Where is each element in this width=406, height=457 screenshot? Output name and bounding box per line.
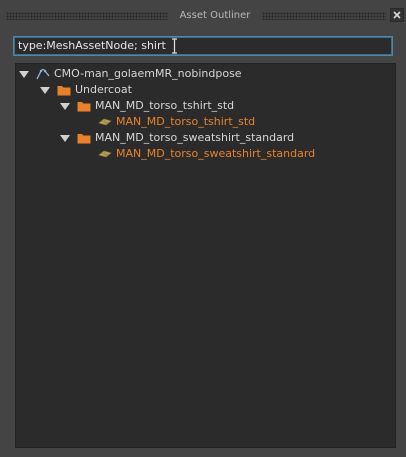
tree-item-label: MAN_MD_torso_tshirt_std: [95, 99, 235, 112]
close-icon: [393, 11, 401, 19]
expand-arrow-icon[interactable]: [60, 102, 70, 110]
mesh-icon: [98, 118, 112, 126]
folder-icon: [77, 134, 91, 144]
tree-item-subgroup[interactable]: MAN_MD_torso_tshirt_std: [60, 98, 234, 114]
asset-tree[interactable]: CMO-man_golaemMR_nobindpose Undercoat MA…: [15, 63, 396, 448]
skeleton-icon: [36, 68, 50, 80]
window-title: Asset Outliner: [179, 10, 251, 21]
title-bar[interactable]: Asset Outliner: [0, 0, 406, 32]
folder-icon: [77, 102, 91, 112]
tree-item-label: MAN_MD_torso_sweatshirt_standard: [116, 147, 316, 160]
filter-input[interactable]: type:MeshAssetNode; shirt: [13, 36, 393, 56]
drag-grip-left[interactable]: [6, 12, 168, 20]
tree-item-root[interactable]: CMO-man_golaemMR_nobindpose: [19, 66, 242, 82]
expand-arrow-icon[interactable]: [40, 86, 50, 94]
tree-item-label: Undercoat: [75, 83, 132, 96]
tree-item-label: MAN_MD_torso_tshirt_std: [116, 115, 256, 128]
expand-arrow-icon[interactable]: [60, 134, 70, 142]
filter-input-value: type:MeshAssetNode; shirt: [18, 39, 166, 52]
folder-icon: [57, 86, 71, 96]
tree-item-subgroup[interactable]: MAN_MD_torso_sweatshirt_standard: [60, 130, 294, 146]
expand-arrow-icon[interactable]: [19, 70, 29, 78]
mesh-icon: [98, 150, 112, 158]
close-button[interactable]: [390, 8, 404, 22]
tree-item-mesh[interactable]: MAN_MD_torso_sweatshirt_standard: [98, 146, 315, 162]
tree-item-label: CMO-man_golaemMR_nobindpose: [54, 67, 242, 80]
tree-item-mesh[interactable]: MAN_MD_torso_tshirt_std: [98, 114, 255, 130]
drag-grip-right[interactable]: [262, 12, 386, 20]
tree-item-label: MAN_MD_torso_sweatshirt_standard: [95, 131, 295, 144]
tree-item-group[interactable]: Undercoat: [40, 82, 132, 98]
text-cursor-icon: [172, 38, 177, 54]
